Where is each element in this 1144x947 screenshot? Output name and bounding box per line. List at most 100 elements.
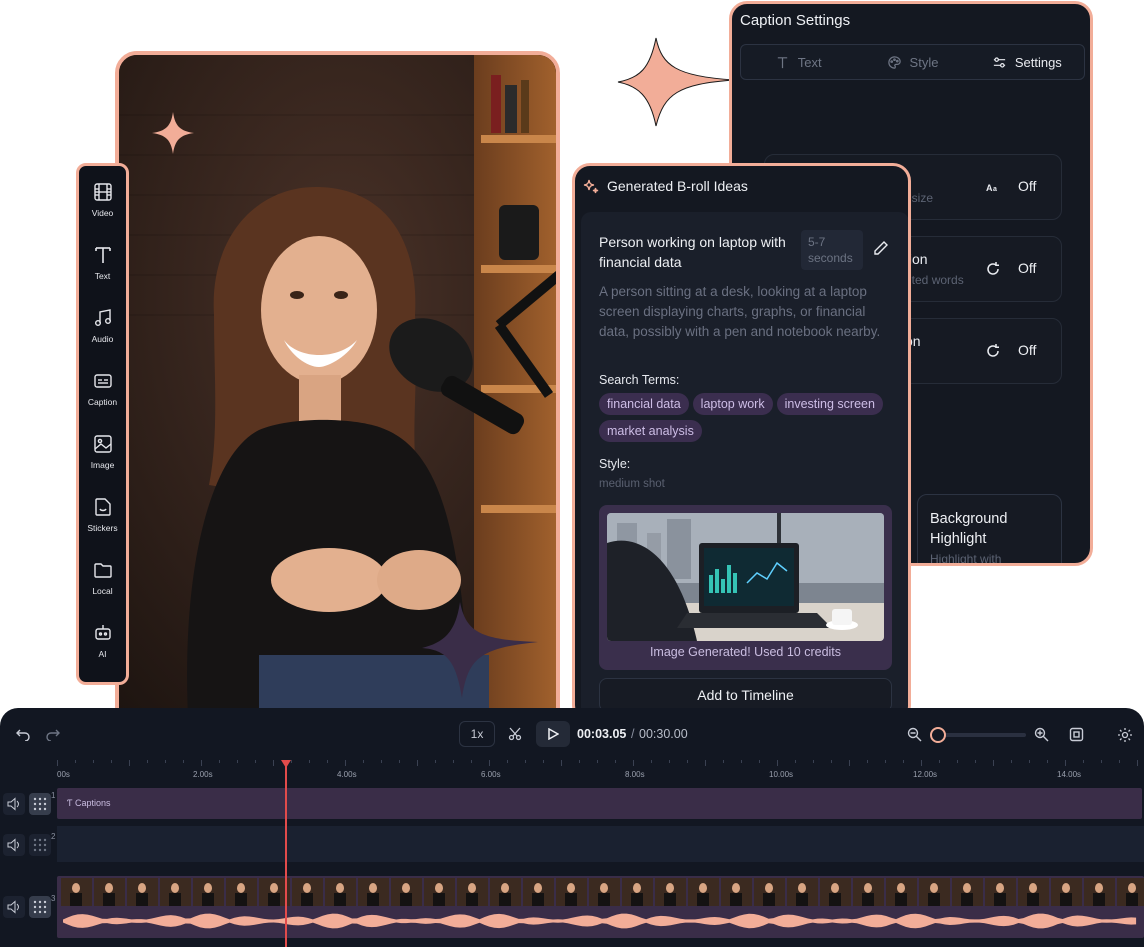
film-frame [490, 878, 521, 906]
film-frame [721, 878, 752, 906]
timeline-editor: 1x 00:03.05 / 00:30.00 00s 2.00s 4.00s 6.00… [0, 708, 1144, 947]
film-frame [127, 878, 158, 906]
search-term-chip[interactable]: market analysis [599, 420, 702, 442]
tool-stickers[interactable]: Stickers [79, 493, 126, 556]
ruler-tick [435, 760, 436, 763]
film-frame [523, 878, 554, 906]
redo-icon[interactable] [46, 727, 60, 741]
tool-audio[interactable]: Audio [79, 304, 126, 367]
ruler-tick [273, 760, 274, 766]
film-frame [424, 878, 455, 906]
film-frame [61, 878, 92, 906]
current-time: 00:03.05 [577, 727, 627, 741]
track-2-controls[interactable] [3, 834, 55, 856]
add-to-timeline-button[interactable]: Add to Timeline [599, 678, 892, 712]
ruler-tick [831, 760, 832, 763]
search-term-chip[interactable]: financial data [599, 393, 689, 415]
tool-image[interactable]: Image [79, 430, 126, 493]
zoom-in-icon[interactable] [1034, 727, 1049, 742]
tool-ai[interactable]: AI [79, 619, 126, 682]
ruler-tick-label: 6.00s [481, 770, 501, 779]
ruler-tick [849, 760, 850, 766]
tool-label: Image [90, 460, 115, 470]
film-frame [193, 878, 224, 906]
tab-style[interactable]: Style [855, 45, 969, 79]
option-title: Background Highlight [930, 511, 1008, 547]
ruler-tick-label: 00s [57, 770, 70, 779]
video-audio-track-clip[interactable] [57, 876, 1144, 938]
scissors-icon[interactable] [508, 727, 522, 741]
film-frame [358, 878, 389, 906]
ruler-tick [975, 760, 976, 763]
pencil-icon[interactable] [873, 240, 889, 256]
tool-video[interactable]: Video [79, 178, 126, 241]
speed-selector[interactable]: 1x [459, 721, 495, 747]
image-icon [93, 435, 112, 453]
duration-badge: 5-7 seconds [801, 230, 863, 270]
play-button[interactable] [536, 721, 570, 747]
ruler-tick [795, 760, 796, 763]
audio-waveform [63, 913, 1137, 929]
track-3-controls[interactable] [3, 896, 55, 918]
empty-track[interactable] [57, 826, 1144, 862]
film-frame [688, 878, 719, 906]
svg-text:A: A [986, 183, 993, 193]
track-number: 1 [51, 791, 56, 800]
tab-settings[interactable]: Settings [970, 45, 1084, 79]
folder-icon [93, 563, 112, 578]
ruler-tick [921, 760, 922, 766]
undo-icon[interactable] [16, 727, 30, 741]
tool-rail: Video Text Audio Caption Image Stickers … [76, 163, 129, 685]
film-frame [391, 878, 422, 906]
broll-idea-card: Person working on laptop with financial … [581, 212, 908, 720]
ruler-tick-label: 12.00s [913, 770, 938, 779]
ruler-tick [615, 760, 616, 763]
search-term-chip[interactable]: laptop work [692, 393, 773, 415]
ruler-tick [327, 760, 328, 763]
ruler-tick [1065, 760, 1066, 766]
track-1-controls[interactable] [3, 793, 55, 815]
option-desc: Highlight with [930, 552, 1002, 566]
ruler-tick [489, 760, 490, 766]
ruler-tick-label: 14.00s [1057, 770, 1082, 779]
film-frame [952, 878, 983, 906]
ruler-tick [525, 760, 526, 763]
tool-text[interactable]: Text [79, 241, 126, 304]
tool-local[interactable]: Local [79, 556, 126, 619]
refresh-icon [987, 262, 999, 275]
zoom-slider-knob[interactable] [929, 727, 946, 743]
ruler-tick [1047, 760, 1048, 763]
ruler-tick [291, 760, 292, 763]
captions-track-clip[interactable]: Ƭ Captions [57, 788, 1142, 819]
playhead[interactable] [285, 766, 287, 947]
ruler-tick [759, 760, 760, 763]
fit-to-screen-icon[interactable] [1069, 727, 1084, 742]
ruler-tick [183, 760, 184, 763]
tool-caption[interactable]: Caption [79, 367, 126, 430]
setting-value: Off [1018, 178, 1037, 194]
text-icon [94, 247, 111, 263]
tab-label: Settings [1014, 54, 1062, 70]
sparkle-large-icon [617, 37, 735, 127]
gear-icon[interactable] [1117, 727, 1133, 743]
setting-value: Off [1018, 342, 1037, 358]
tab-label: Style [909, 54, 939, 70]
search-term-chip[interactable]: investing screen [776, 393, 883, 415]
ruler-tick [669, 760, 670, 763]
tab-text[interactable]: Text [741, 45, 855, 79]
total-time: 00:30.00 [639, 727, 688, 741]
time-ruler[interactable]: 00s 2.00s 4.00s 6.00s 8.00s 10.00s 12.00s 14.00… [57, 760, 1144, 786]
style-value: medium shot [599, 478, 665, 490]
ruler-tick [471, 760, 472, 763]
film-frame [853, 878, 884, 906]
broll-ideas-panel: Generated B-roll Ideas Person working on… [572, 163, 911, 723]
background-highlight-option[interactable]: Background Highlight Highlight with [917, 494, 1062, 566]
clip-label: Ƭ Captions [67, 798, 111, 808]
ruler-tick [111, 760, 112, 763]
playhead-handle[interactable] [281, 760, 291, 768]
film-frame [226, 878, 257, 906]
sliders-icon [993, 56, 1005, 68]
zoom-out-icon[interactable] [907, 727, 922, 742]
idea-title: Person working on laptop with financial … [599, 234, 786, 270]
generated-image[interactable] [607, 513, 884, 641]
